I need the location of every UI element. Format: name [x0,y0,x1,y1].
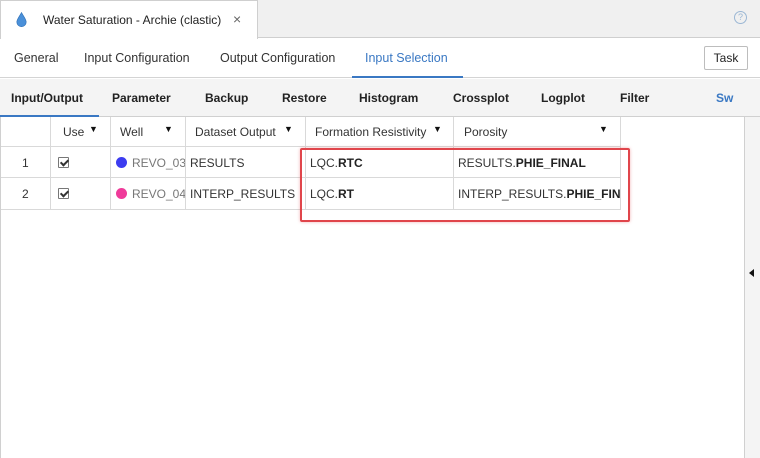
formation-resistivity-value: LQC.RTC [310,156,363,170]
well-cell[interactable]: REVO_03 [111,147,186,178]
porosity-curve: PHIE_FINAL [515,156,586,170]
header-porosity-label: Porosity [464,125,508,139]
close-tab-icon[interactable]: × [233,11,241,27]
header-dataset-output[interactable]: Dataset Output ▼ [186,117,306,147]
well-color-dot [116,188,127,199]
use-cell [51,178,111,210]
formation-resistivity-cell[interactable]: LQC.RTC [306,147,454,178]
row-index-cell: 1 [1,147,51,178]
header-well-label: Well [120,125,144,139]
resistivity-dataset: LQC. [310,156,339,170]
subtab-restore[interactable]: Restore [282,91,327,105]
porosity-value: INTERP_RESULTS.PHIE_FINAL [458,187,621,201]
well-name: REVO_03 [132,156,186,170]
tab-output-configuration[interactable]: Output Configuration [220,51,335,65]
header-use[interactable]: Use ▼ [51,117,111,147]
sort-down-icon[interactable]: ▼ [433,124,442,134]
header-well[interactable]: Well ▼ [111,117,186,147]
subtab-crossplot[interactable]: Crossplot [453,91,509,105]
collapse-left-arrow-icon[interactable] [749,269,754,277]
sort-down-icon[interactable]: ▼ [89,124,98,134]
input-selection-grid: Use ▼ Well ▼ Dataset Output ▼ Formation … [0,117,744,458]
porosity-dataset: INTERP_RESULTS. [458,187,567,201]
sub-tab-bar: Input/Output Parameter Backup Restore Hi… [0,79,760,117]
help-circle-icon[interactable]: ? [734,11,747,24]
header-formation-resistivity-label: Formation Resistivity [315,125,427,139]
sort-down-icon[interactable]: ▼ [284,124,293,134]
document-tab[interactable]: Water Saturation - Archie (clastic) × [0,0,258,39]
main-tab-bar: General Input Configuration Output Confi… [0,39,760,78]
window-tab-strip: Water Saturation - Archie (clastic) × ? [0,0,760,39]
subtab-input-output[interactable]: Input/Output [11,91,83,105]
use-checkbox[interactable] [58,157,69,168]
task-button[interactable]: Task [704,46,748,70]
dataset-output-value: INTERP_RESULTS [190,187,296,201]
porosity-curve: PHIE_FINAL [566,187,621,201]
subtab-parameter[interactable]: Parameter [112,91,171,105]
header-index [1,117,51,147]
tab-general[interactable]: General [14,51,58,65]
sort-down-icon[interactable]: ▼ [599,124,608,134]
resistivity-curve: RTC [338,156,363,170]
subtab-logplot[interactable]: Logplot [541,91,585,105]
porosity-dataset: RESULTS. [458,156,516,170]
formation-resistivity-value: LQC.RT [310,187,354,201]
row-index: 2 [22,187,29,201]
tab-input-configuration[interactable]: Input Configuration [84,51,190,65]
resistivity-dataset: LQC. [310,187,339,201]
dataset-output-value: RESULTS [190,156,245,170]
window-title: Water Saturation - Archie (clastic) [43,13,222,27]
header-dataset-output-label: Dataset Output [195,125,276,139]
right-panel-strip [744,117,760,458]
subtab-sw[interactable]: Sw [716,91,733,105]
formation-resistivity-cell[interactable]: LQC.RT [306,178,454,210]
porosity-cell[interactable]: INTERP_RESULTS.PHIE_FINAL [454,178,621,210]
subtab-backup[interactable]: Backup [205,91,248,105]
header-formation-resistivity[interactable]: Formation Resistivity ▼ [306,117,454,147]
active-tab-indicator [352,76,463,78]
tab-input-selection[interactable]: Input Selection [365,51,448,65]
well-cell[interactable]: REVO_04 [111,178,186,210]
well-color-dot [116,157,127,168]
dataset-output-cell[interactable]: INTERP_RESULTS [186,178,306,210]
use-cell [51,147,111,178]
well-name: REVO_04 [132,187,186,201]
water-drop-icon [16,12,27,27]
row-index-cell: 2 [1,178,51,210]
row-index: 1 [22,156,29,170]
dataset-output-cell[interactable]: RESULTS [186,147,306,178]
porosity-cell[interactable]: RESULTS.PHIE_FINAL [454,147,621,178]
use-checkbox[interactable] [58,188,69,199]
header-porosity[interactable]: Porosity ▼ [454,117,621,147]
header-use-label: Use [63,125,85,139]
porosity-value: RESULTS.PHIE_FINAL [458,156,586,170]
resistivity-curve: RT [338,187,355,201]
subtab-histogram[interactable]: Histogram [359,91,418,105]
sort-down-icon[interactable]: ▼ [164,124,173,134]
subtab-filter[interactable]: Filter [620,91,649,105]
